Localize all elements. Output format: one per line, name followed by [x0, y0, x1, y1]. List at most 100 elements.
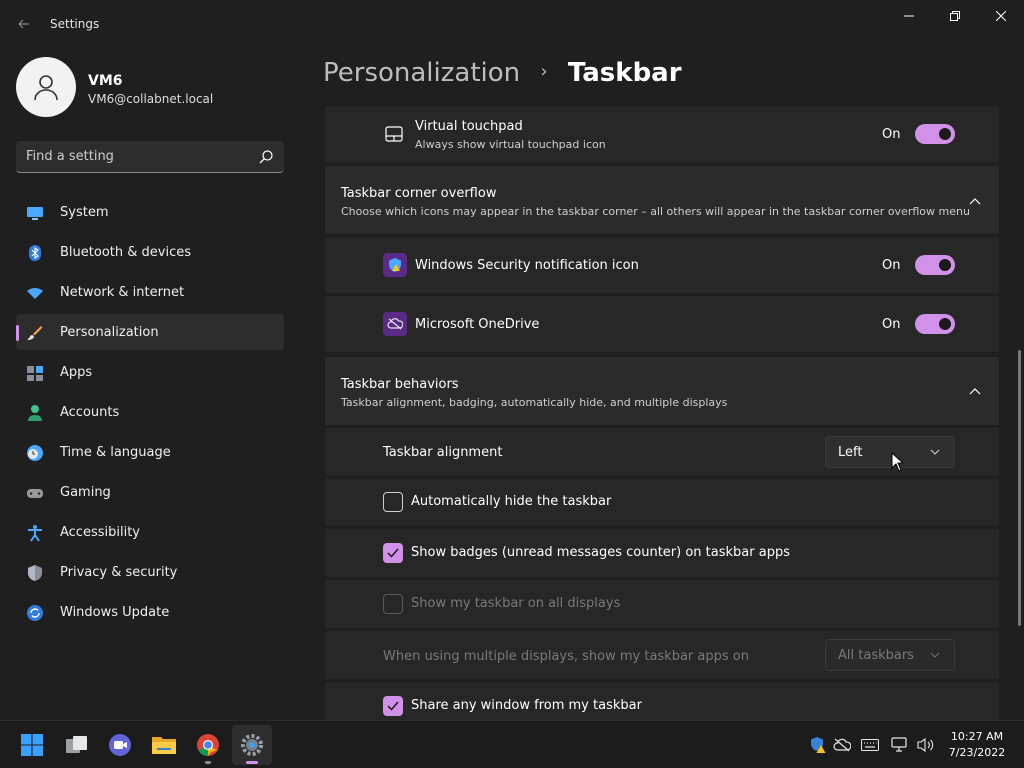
tray-security[interactable] — [808, 735, 828, 755]
sidebar-item-label: Accessibility — [60, 525, 140, 540]
multi-display-dropdown[interactable]: All taskbars — [825, 639, 955, 671]
running-indicator — [205, 761, 211, 764]
sidebar-item-accounts[interactable]: Accounts — [16, 394, 284, 430]
onedrive-app-icon — [383, 312, 407, 336]
onedrive-toggle[interactable] — [915, 314, 955, 334]
share-window-label: Share any window from my taskbar — [411, 698, 642, 713]
show-badges-row: Show badges (unread messages counter) on… — [325, 529, 999, 577]
corner-overflow-header[interactable]: Taskbar corner overflow Choose which ico… — [325, 166, 999, 234]
network-icon — [891, 737, 907, 752]
share-window-checkbox[interactable] — [383, 696, 403, 716]
bluetooth-icon — [29, 245, 41, 261]
all-displays-label: Show my taskbar on all displays — [411, 596, 621, 611]
windows-logo-icon — [21, 734, 43, 756]
sidebar-item-label: Personalization — [60, 325, 159, 340]
taskbar-behaviors-title: Taskbar behaviors — [341, 377, 459, 392]
sidebar-item-label: Accounts — [60, 405, 120, 420]
corner-overflow-title: Taskbar corner overflow — [341, 186, 497, 201]
chevron-up-icon[interactable] — [968, 197, 982, 207]
minimize-button[interactable] — [886, 0, 932, 32]
checkmark-icon — [387, 548, 399, 558]
app-title: Settings — [50, 17, 100, 31]
folder-icon — [152, 737, 176, 754]
all-displays-checkbox[interactable] — [383, 594, 403, 614]
tray-keyboard[interactable] — [860, 735, 880, 755]
task-view-button[interactable] — [57, 725, 97, 765]
person-icon — [34, 75, 58, 101]
gamepad-icon — [27, 489, 43, 498]
chat-button[interactable] — [100, 725, 140, 765]
chrome-button[interactable] — [188, 725, 228, 765]
sidebar-item-label: System — [60, 205, 109, 220]
multi-display-row: When using multiple displays, show my ta… — [325, 631, 999, 679]
sidebar-item-privacy[interactable]: Privacy & security — [16, 554, 284, 590]
taskbar-alignment-dropdown[interactable]: Left — [825, 436, 955, 468]
start-button[interactable] — [12, 725, 52, 765]
update-icon — [27, 605, 43, 621]
show-badges-checkbox[interactable] — [383, 543, 403, 563]
close-icon — [996, 11, 1006, 21]
sidebar-item-gaming[interactable]: Gaming — [16, 474, 284, 510]
show-badges-label: Show badges (unread messages counter) on… — [411, 545, 790, 560]
sidebar-item-network[interactable]: Network & internet — [16, 274, 284, 310]
clock-globe-icon — [27, 445, 43, 461]
settings-app-button[interactable] — [232, 725, 272, 765]
auto-hide-label: Automatically hide the taskbar — [411, 494, 612, 509]
search-box[interactable] — [16, 141, 284, 173]
search-icon[interactable] — [258, 149, 274, 165]
taskbar-alignment-value: Left — [838, 445, 863, 460]
search-input[interactable] — [26, 141, 256, 172]
scrollbar[interactable] — [1018, 350, 1021, 626]
sidebar-item-personalization[interactable]: Personalization — [16, 314, 284, 350]
page-title: Taskbar — [567, 58, 682, 88]
sidebar-item-apps[interactable]: Apps — [16, 354, 284, 390]
sidebar-item-label: Network & internet — [60, 285, 185, 300]
taskbar-behaviors-header[interactable]: Taskbar behaviors Taskbar alignment, bad… — [325, 357, 999, 425]
windows-security-app-icon — [383, 253, 407, 277]
restore-button[interactable] — [932, 0, 978, 32]
keyboard-icon — [861, 739, 879, 751]
tray-volume[interactable] — [916, 735, 936, 755]
touchpad-desc: Always show virtual touchpad icon — [415, 138, 606, 151]
taskbar-clock[interactable]: 10:27 AM 7/23/2022 — [940, 729, 1014, 761]
close-button[interactable] — [978, 0, 1024, 32]
auto-hide-checkbox[interactable] — [383, 492, 403, 512]
tray-network[interactable] — [890, 735, 910, 755]
task-view-icon — [66, 736, 87, 753]
sidebar-item-label: Privacy & security — [60, 565, 178, 580]
active-indicator — [246, 761, 258, 764]
title-bar: Settings — [0, 0, 1024, 48]
all-displays-row: Show my taskbar on all displays — [325, 580, 999, 628]
apps-icon — [27, 366, 43, 381]
cloud-off-icon — [387, 318, 403, 330]
breadcrumb-parent[interactable]: Personalization — [323, 58, 520, 88]
sidebar-item-bluetooth[interactable]: Bluetooth & devices — [16, 234, 284, 270]
shield-icon — [28, 565, 42, 581]
breadcrumb-separator: › — [540, 61, 548, 82]
accessibility-icon — [28, 525, 42, 542]
onedrive-label: Microsoft OneDrive — [415, 317, 540, 332]
sidebar-item-accessibility[interactable]: Accessibility — [16, 514, 284, 550]
sidebar-item-windows-update[interactable]: Windows Update — [16, 594, 284, 630]
touchpad-toggle[interactable] — [915, 124, 955, 144]
security-shield-icon — [389, 258, 401, 272]
back-button[interactable] — [12, 12, 36, 36]
chevron-up-icon[interactable] — [968, 387, 982, 397]
profile-email: VM6@collabnet.local — [88, 92, 214, 106]
file-explorer-button[interactable] — [144, 725, 184, 765]
user-profile[interactable]: VM6 VM6@collabnet.local — [16, 57, 286, 119]
monitor-icon — [27, 207, 43, 220]
onedrive-state: On — [882, 317, 901, 332]
sidebar-item-system[interactable]: System — [16, 194, 284, 230]
tray-onedrive[interactable] — [832, 735, 852, 755]
back-arrow-icon — [18, 19, 29, 29]
corner-overflow-desc: Choose which icons may appear in the tas… — [341, 205, 970, 218]
chevron-down-icon — [930, 652, 940, 658]
sidebar-item-time-language[interactable]: Time & language — [16, 434, 284, 470]
windows-security-label: Windows Security notification icon — [415, 258, 639, 273]
windows-security-toggle[interactable] — [915, 255, 955, 275]
profile-name: VM6 — [88, 73, 123, 89]
multi-display-value: All taskbars — [838, 648, 914, 663]
brush-icon — [27, 326, 43, 340]
multi-display-label: When using multiple displays, show my ta… — [383, 649, 749, 664]
